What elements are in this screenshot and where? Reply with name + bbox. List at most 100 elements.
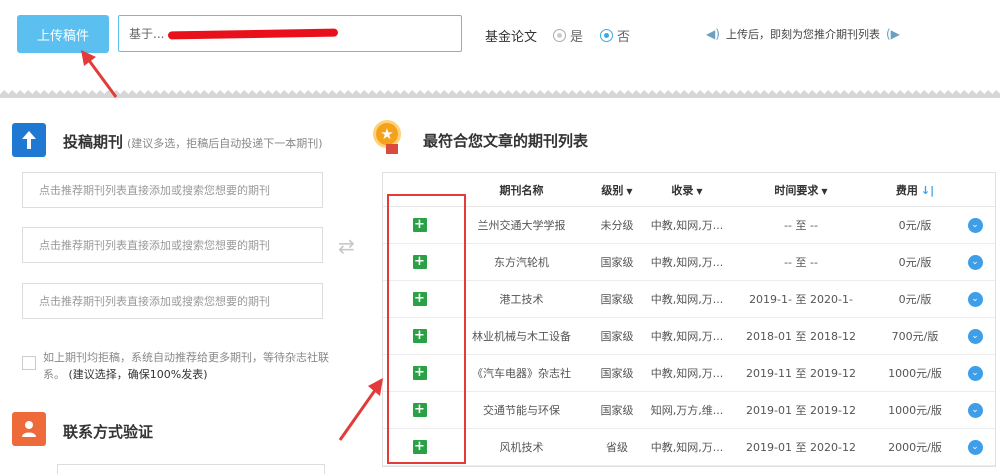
fund-option-yes[interactable]: 是 [553, 26, 583, 45]
journal-name[interactable]: 交通节能与环保 [456, 402, 587, 418]
col-fee-label: 费用 [895, 183, 918, 197]
col-name: 期刊名称 [499, 183, 544, 197]
journal-time: 2019-1- 至 2020-1- [749, 293, 853, 306]
auto-recommend-checkbox[interactable] [22, 356, 36, 370]
journal-inclusion: 中教,知网,万... [650, 219, 724, 232]
expand-row-button[interactable]: ⌄ [955, 439, 995, 455]
table-row: + 港工技术 国家级 中教,知网,万... 2019-1- 至 2020-1- 0元/版 ⌄ [383, 281, 995, 318]
annotation-highlight-box [387, 194, 466, 464]
chevron-down-icon: ⌄ [967, 291, 983, 307]
journal-name[interactable]: 港工技术 [456, 291, 587, 307]
journal-fee: 1000元/版 [888, 367, 942, 380]
expand-row-button[interactable]: ⌄ [955, 402, 995, 418]
table-header: 期刊名称 级别 ▼ 收录 ▼ 时间要求 ▼ 费用 ↓| [383, 173, 995, 207]
journal-level: 国家级 [600, 404, 634, 417]
expand-row-button[interactable]: ⌄ [955, 328, 995, 344]
user-icon [12, 412, 46, 446]
journal-name[interactable]: 《汽车电器》杂志社 [456, 365, 587, 381]
expand-row-button[interactable]: ⌄ [955, 254, 995, 270]
upload-arrow-icon [12, 123, 46, 157]
chevron-down-icon: ⌄ [967, 402, 983, 418]
upload-manuscript-button[interactable]: 上传稿件 [17, 15, 109, 53]
article-title-value: 基于... [129, 27, 165, 41]
journal-time: 2019-01 至 2020-12 [746, 441, 856, 454]
journal-time: 2019-11 至 2019-12 [746, 367, 856, 380]
journal-level: 国家级 [600, 293, 634, 306]
journal-search-input[interactable]: 点击推荐期刊列表直接添加或搜索您想要的期刊 [22, 172, 323, 208]
col-level-label: 级别 [601, 183, 624, 197]
table-row: + 交通节能与环保 国家级 知网,万方,维... 2019-01 至 2019-12 10… [383, 392, 995, 429]
table-row: + 东方汽轮机 国家级 中教,知网,万... -- 至 -- 0元/版 ⌄ [383, 244, 995, 281]
table-row: + 兰州交通大学学报 未分级 中教,知网,万... -- 至 -- 0元/版 ⌄ [383, 207, 995, 244]
journal-time: -- 至 -- [784, 256, 818, 269]
submit-journals-title: 投稿期刊 [63, 133, 124, 151]
chevron-down-icon: ⌄ [967, 439, 983, 455]
expand-row-button[interactable]: ⌄ [955, 217, 995, 233]
chevron-down-icon: ⌄ [967, 328, 983, 344]
radio-icon [553, 29, 566, 42]
auto-recommend-text: 如上期刊均拒稿，系统自动推荐给更多期刊，等待杂志社联系。 (建议选择，确保100… [43, 349, 343, 383]
journal-name[interactable]: 风机技术 [456, 439, 587, 455]
journal-fee: 700元/版 [891, 330, 939, 343]
journal-level: 国家级 [600, 256, 634, 269]
expand-row-button[interactable]: ⌄ [955, 291, 995, 307]
section-divider [0, 90, 1000, 98]
journal-fee: 0元/版 [898, 219, 932, 232]
chevron-down-icon: ⌄ [967, 365, 983, 381]
contact-input[interactable] [57, 464, 325, 474]
journal-name[interactable]: 林业机械与木工设备 [456, 328, 587, 344]
chevron-down-icon: ⌄ [967, 254, 983, 270]
journal-table: 期刊名称 级别 ▼ 收录 ▼ 时间要求 ▼ 费用 ↓| + 兰州交通大学学报 未分级 中教,知… [382, 172, 996, 467]
journal-fee: 2000元/版 [888, 441, 942, 454]
speaker-icon: ◀) [706, 27, 720, 41]
col-inclusion-label: 收录 [671, 183, 694, 197]
journal-level: 未分级 [600, 219, 634, 232]
journal-level: 国家级 [600, 367, 634, 380]
medal-ribbon-icon [386, 144, 398, 154]
speaker-icon: (▶ [886, 27, 900, 41]
sort-bars-icon: ↓| [920, 183, 935, 197]
journal-fee: 0元/版 [898, 293, 932, 306]
journal-time: 2019-01 至 2019-12 [746, 404, 856, 417]
journal-inclusion: 中教,知网,万... [650, 293, 724, 306]
fund-paper-label: 基金论文 [485, 30, 538, 45]
recommended-list-title: 最符合您文章的期刊列表 [423, 132, 589, 150]
annotation-arrow-icon [81, 50, 118, 98]
col-inclusion-sort[interactable]: 收录 ▼ [647, 182, 727, 198]
upload-notice: ◀) 上传后，即刻为您推介期刊列表 (▶ [706, 26, 900, 42]
submit-journals-hint: (建议多选，拒稿后自动投递下一本期刊) [127, 137, 323, 150]
journal-name[interactable]: 兰州交通大学学报 [456, 217, 587, 233]
journal-inclusion: 知网,万方,维... [650, 404, 724, 417]
table-row: + 《汽车电器》杂志社 国家级 中教,知网,万... 2019-11 至 2019-12… [383, 355, 995, 392]
journal-search-input[interactable]: 点击推荐期刊列表直接添加或搜索您想要的期刊 [22, 227, 323, 263]
col-time-label: 时间要求 [774, 183, 819, 197]
contact-verify-title: 联系方式验证 [63, 423, 154, 441]
table-row: + 林业机械与木工设备 国家级 中教,知网,万... 2018-01 至 2018-12… [383, 318, 995, 355]
journal-fee: 1000元/版 [888, 404, 942, 417]
journal-inclusion: 中教,知网,万... [650, 367, 724, 380]
journal-fee: 0元/版 [898, 256, 932, 269]
swap-arrows-icon: ⇄ [338, 234, 355, 258]
article-title-input[interactable]: 基于... [118, 15, 462, 52]
sort-down-icon: ▼ [696, 186, 703, 196]
auto-recommend-emphasis: (建议选择，确保100%发表) [68, 368, 208, 381]
col-fee-sort[interactable]: 费用 ↓| [875, 182, 955, 198]
table-row: + 风机技术 省级 中教,知网,万... 2019-01 至 2020-12 2000元/… [383, 429, 995, 466]
col-time-sort[interactable]: 时间要求 ▼ [727, 182, 875, 198]
col-level-sort[interactable]: 级别 ▼ [587, 182, 647, 198]
journal-inclusion: 中教,知网,万... [650, 330, 724, 343]
journal-inclusion: 中教,知网,万... [650, 441, 724, 454]
journal-level: 省级 [606, 441, 628, 454]
radio-checked-icon [600, 29, 613, 42]
annotation-arrow-icon [338, 378, 383, 441]
expand-row-button[interactable]: ⌄ [955, 365, 995, 381]
sort-down-icon: ▼ [626, 186, 633, 196]
journal-search-input[interactable]: 点击推荐期刊列表直接添加或搜索您想要的期刊 [22, 283, 323, 319]
journal-time: 2018-01 至 2018-12 [746, 330, 856, 343]
redaction-mark [168, 28, 339, 39]
fund-option-no[interactable]: 否 [600, 26, 630, 45]
upload-notice-text: 上传后，即刻为您推介期刊列表 [726, 28, 880, 41]
journal-name[interactable]: 东方汽轮机 [456, 254, 587, 270]
journal-level: 国家级 [600, 330, 634, 343]
fund-option-yes-label: 是 [570, 30, 584, 45]
